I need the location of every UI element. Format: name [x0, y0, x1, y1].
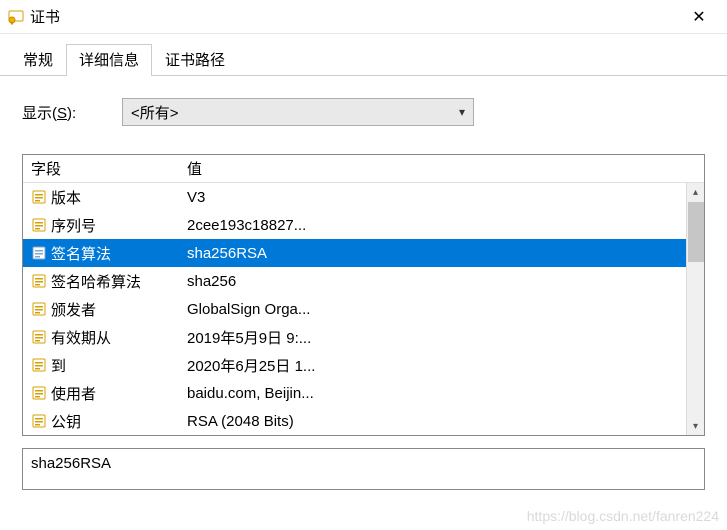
field-label: 到: [51, 355, 66, 376]
field-icon: [31, 357, 47, 373]
detail-value-box[interactable]: sha256RSA: [22, 448, 705, 490]
field-cell: 颁发者: [23, 299, 183, 320]
table-row[interactable]: 使用者 baidu.com, Beijin...: [23, 379, 704, 407]
close-button[interactable]: ✕: [679, 4, 719, 30]
field-icon: [31, 301, 47, 317]
fields-listbox: 字段 值 版本V3序列号2cee193c18827...签名算法sha256RS…: [22, 154, 705, 436]
table-row[interactable]: 到 2020年6月25日 1...: [23, 351, 704, 379]
value-cell: V3: [183, 189, 704, 206]
tab-bar: 常规 详细信息 证书路径: [0, 34, 727, 76]
value-cell: 2020年6月25日 1...: [183, 355, 704, 376]
scroll-thumb[interactable]: [688, 202, 704, 262]
value-cell: sha256RSA: [183, 245, 704, 262]
value-cell: 2019年5月9日 9:...: [183, 327, 704, 348]
scroll-down-icon[interactable]: ▾: [687, 417, 705, 435]
table-row[interactable]: 颁发者 GlobalSign Orga...: [23, 295, 704, 323]
table-row[interactable]: 序列号 2cee193c18827...: [23, 211, 704, 239]
watermark: https://blog.csdn.net/fanren224: [527, 508, 719, 524]
field-icon: [31, 189, 47, 205]
field-cell: 有效期从: [23, 327, 183, 348]
value-cell: GlobalSign Orga...: [183, 301, 704, 318]
field-label: 有效期从: [51, 327, 111, 348]
field-label: 版本: [51, 187, 81, 208]
table-row[interactable]: 签名哈希算法 sha256: [23, 267, 704, 295]
field-label: 公钥: [51, 411, 81, 432]
show-select[interactable]: <所有> ▾: [122, 98, 474, 126]
field-label: 序列号: [51, 215, 96, 236]
scrollbar[interactable]: ▴ ▾: [686, 183, 704, 435]
table-row[interactable]: 签名算法 sha256RSA: [23, 239, 704, 267]
column-header-field[interactable]: 字段: [23, 158, 183, 179]
table-row[interactable]: 版本 V3: [23, 183, 704, 211]
field-label: 签名哈希算法: [51, 271, 141, 292]
field-icon: [31, 245, 47, 261]
certificate-icon: [8, 9, 24, 25]
table-row[interactable]: 公钥 RSA (2048 Bits): [23, 407, 704, 435]
list-header: 字段 值: [23, 155, 704, 183]
tab-body: 显示(S): <所有> ▾ 字段 值 版本 V3 序列号 2cee193c18827.…: [0, 76, 727, 500]
field-cell: 序列号: [23, 215, 183, 236]
scroll-up-icon[interactable]: ▴: [687, 183, 705, 201]
detail-value-text: sha256RSA: [31, 455, 111, 472]
value-cell: sha256: [183, 273, 704, 290]
field-icon: [31, 217, 47, 233]
titlebar: 证书 ✕: [0, 0, 727, 34]
field-cell: 公钥: [23, 411, 183, 432]
field-icon: [31, 273, 47, 289]
show-row: 显示(S): <所有> ▾: [22, 98, 705, 126]
field-cell: 使用者: [23, 383, 183, 404]
list-body: 版本 V3 序列号 2cee193c18827... 签名算法 sha256RSA 签名哈希…: [23, 183, 704, 435]
value-cell: 2cee193c18827...: [183, 217, 704, 234]
chevron-down-icon: ▾: [459, 105, 465, 119]
window-title: 证书: [30, 6, 679, 27]
field-icon: [31, 385, 47, 401]
column-header-value[interactable]: 值: [183, 158, 704, 179]
tab-details[interactable]: 详细信息: [66, 44, 152, 76]
field-cell: 到: [23, 355, 183, 376]
field-label: 签名算法: [51, 243, 111, 264]
show-label: 显示(S):: [22, 102, 122, 123]
field-cell: 签名算法: [23, 243, 183, 264]
field-label: 使用者: [51, 383, 96, 404]
value-cell: baidu.com, Beijin...: [183, 385, 704, 402]
table-row[interactable]: 有效期从 2019年5月9日 9:...: [23, 323, 704, 351]
field-icon: [31, 413, 47, 429]
field-icon: [31, 329, 47, 345]
field-cell: 版本: [23, 187, 183, 208]
tab-general[interactable]: 常规: [10, 44, 66, 76]
close-icon: ✕: [692, 7, 705, 27]
value-cell: RSA (2048 Bits): [183, 413, 704, 430]
field-cell: 签名哈希算法: [23, 271, 183, 292]
show-select-value: <所有>: [131, 102, 179, 123]
tab-cert-path[interactable]: 证书路径: [152, 44, 238, 76]
field-label: 颁发者: [51, 299, 96, 320]
